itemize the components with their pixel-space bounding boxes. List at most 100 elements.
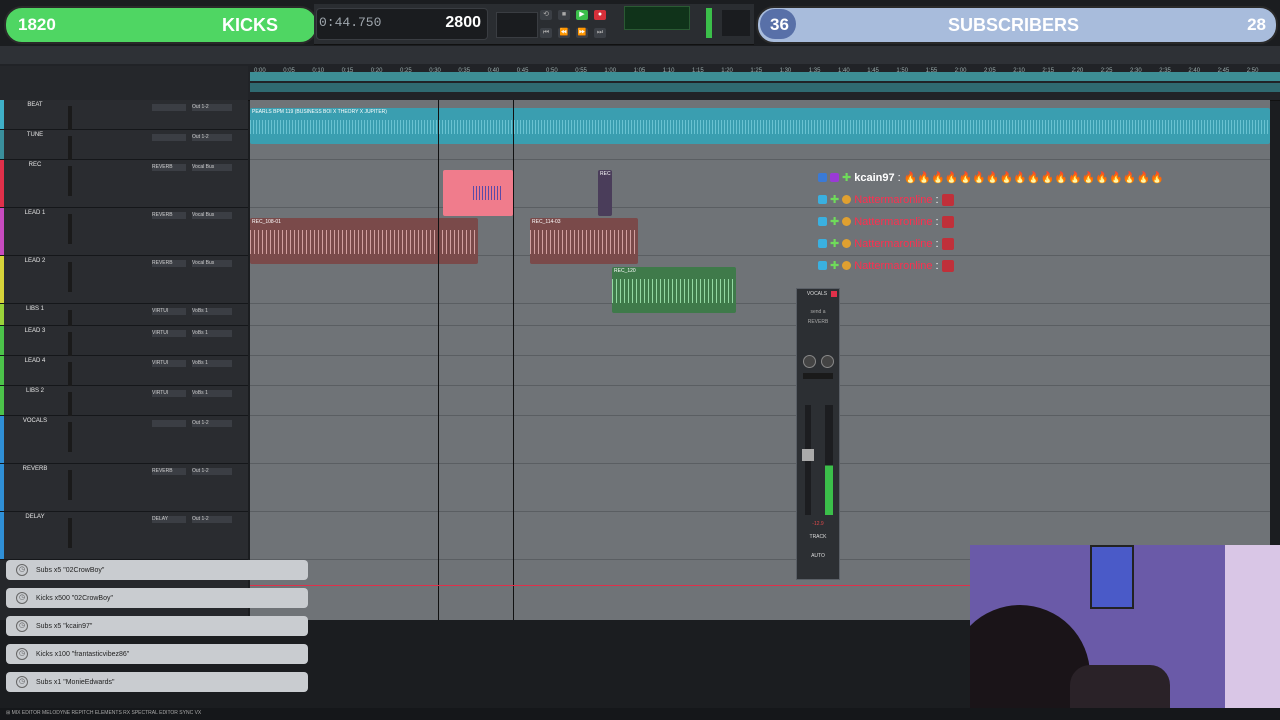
alert-text: Subs x5 "02CrowBoy": [36, 566, 105, 574]
end-button[interactable]: ⏭: [594, 28, 606, 38]
insertion-cursor[interactable]: [513, 100, 514, 620]
grid-settings[interactable]: [722, 10, 750, 36]
pan-knob[interactable]: [821, 355, 834, 368]
back-button[interactable]: ⏪: [558, 28, 570, 38]
chat-badge-icon: [842, 239, 852, 248]
stop-button[interactable]: ■: [558, 10, 570, 20]
chat-badge-icon: [842, 217, 852, 226]
lead1-clip-a[interactable]: REC_108-01: [250, 218, 478, 264]
insert-slot[interactable]: [152, 134, 186, 141]
track-label: TRACK: [809, 534, 827, 540]
chat-badge-icon: [818, 173, 827, 182]
record-button[interactable]: ●: [594, 10, 606, 20]
mixer-track-rec[interactable]: REC REVERB Vocal Bus: [0, 160, 248, 208]
insert-slot[interactable]: [152, 420, 186, 427]
track-name[interactable]: LIBS 1: [10, 306, 60, 312]
chat-badge-icon: [818, 195, 827, 204]
close-icon[interactable]: [831, 291, 837, 297]
chat-username: Nattermaronline: [854, 193, 933, 206]
edit-lane[interactable]: [250, 326, 1270, 356]
output-selector[interactable]: Out 1-2: [192, 104, 232, 111]
track-meter: [68, 262, 72, 292]
mixer-track-lead-4[interactable]: LEAD 4 VIRTUI VoBs 1: [0, 356, 248, 392]
beat-clip[interactable]: PEARLS BPM 119 (BUSINESS BOI X THEORY X …: [250, 108, 1270, 144]
plus-icon: ✚: [830, 260, 840, 272]
mixer-track-tune[interactable]: TUNE Out 1-2: [0, 130, 248, 166]
track-name[interactable]: LEAD 2: [10, 258, 60, 264]
track-name[interactable]: BEAT: [10, 102, 60, 108]
track-name[interactable]: DELAY: [10, 514, 60, 520]
forward-button[interactable]: ⏩: [576, 28, 588, 38]
output-selector[interactable]: Out 1-2: [192, 516, 232, 523]
mixer-track-lead-2[interactable]: LEAD 2 REVERB Vocal Bus: [0, 256, 248, 304]
output-selector[interactable]: Out 1-2: [192, 468, 232, 475]
insert-slot[interactable]: [152, 104, 186, 111]
output-selector[interactable]: Out 1-2: [192, 134, 232, 141]
edit-lane[interactable]: [250, 386, 1270, 416]
send-window[interactable]: VOCALS send a REVERB -12.9 TRACK AUTO: [796, 288, 840, 580]
mixer-track-libs-1[interactable]: LIBS 1 VIRTUI VoBs 1: [0, 304, 248, 340]
subscribers-goal-bar: 36 SUBSCRIBERS 28: [756, 6, 1278, 44]
rec-clip-pink[interactable]: [443, 170, 513, 216]
rec-clip-small[interactable]: REC: [598, 170, 612, 216]
track-name[interactable]: LIBS 2: [10, 388, 60, 394]
play-button[interactable]: ▶: [576, 10, 588, 20]
insert-slot[interactable]: VIRTUI: [152, 390, 186, 397]
alert-item: ◷ Kicks x500 "02CrowBoy": [6, 588, 308, 608]
insert-slot[interactable]: REVERB: [152, 164, 186, 171]
playhead-cursor[interactable]: [438, 100, 439, 620]
lead2-clip[interactable]: REC_120: [612, 267, 736, 313]
marker-row[interactable]: [250, 83, 1280, 92]
pan-knob[interactable]: [803, 355, 816, 368]
mixer-track-lead-1[interactable]: LEAD 1 REVERB Vocal Bus: [0, 208, 248, 256]
edit-lane[interactable]: [250, 416, 1270, 464]
track-name[interactable]: REC: [10, 162, 60, 168]
track-color: [0, 356, 4, 385]
mix-window: BEAT Out 1-2 TUNE Out 1-2 REC REVERB Vocal Bus…: [0, 100, 248, 620]
tempo-row[interactable]: [250, 72, 1280, 81]
insert-slot[interactable]: VIRTUI: [152, 308, 186, 315]
edit-lane[interactable]: [250, 464, 1270, 512]
mixer-track-reverb[interactable]: REVERB REVERB Out 1-2: [0, 464, 248, 512]
mixer-track-libs-2[interactable]: LIBS 2 VIRTUI VoBs 1: [0, 386, 248, 422]
chat-message: ✚ kcain97 : 🔥🔥🔥🔥🔥🔥🔥🔥🔥🔥🔥🔥🔥🔥🔥🔥🔥🔥🔥: [818, 171, 1164, 184]
track-name[interactable]: REVERB: [10, 466, 60, 472]
output-selector[interactable]: Out 1-2: [192, 420, 232, 427]
insert-slot[interactable]: DELAY: [152, 516, 186, 523]
insert-slot[interactable]: REVERB: [152, 468, 186, 475]
automation-mode[interactable]: AUTO: [801, 553, 835, 559]
kicks-target: 2800: [445, 14, 481, 31]
output-selector[interactable]: Vocal Bus: [192, 260, 232, 267]
output-selector[interactable]: VoBs 1: [192, 390, 232, 397]
insert-slot[interactable]: REVERB: [152, 260, 186, 267]
insert-slot[interactable]: VIRTUI: [152, 330, 186, 337]
output-selector[interactable]: VoBs 1: [192, 360, 232, 367]
mixer-track-lead-3[interactable]: LEAD 3 VIRTUI VoBs 1: [0, 326, 248, 362]
track-name[interactable]: LEAD 3: [10, 328, 60, 334]
track-name[interactable]: TUNE: [10, 132, 60, 138]
output-selector[interactable]: VoBs 1: [192, 308, 232, 315]
loop-icon[interactable]: ⟲: [540, 10, 552, 20]
mixer-track-vocals[interactable]: VOCALS Out 1-2: [0, 416, 248, 464]
mixer-track-beat[interactable]: BEAT Out 1-2: [0, 100, 248, 136]
rewind-button[interactable]: ⏮: [540, 28, 552, 38]
chat-message: ✚ Nattermaronline:: [818, 259, 954, 272]
output-selector[interactable]: VoBs 1: [192, 330, 232, 337]
toolbar-strip: [0, 46, 1280, 65]
edit-lane[interactable]: [250, 356, 1270, 386]
output-selector[interactable]: Vocal Bus: [192, 212, 232, 219]
insert-slot[interactable]: REVERB: [152, 212, 186, 219]
plus-icon: ✚: [830, 216, 840, 228]
track-name[interactable]: VOCALS: [10, 418, 60, 424]
edit-lane[interactable]: [250, 304, 1270, 326]
track-name[interactable]: LEAD 4: [10, 358, 60, 364]
lead1-clip-b[interactable]: REC_114-03: [530, 218, 638, 264]
output-selector[interactable]: Vocal Bus: [192, 164, 232, 171]
track-name[interactable]: LEAD 1: [10, 210, 60, 216]
mixer-track-delay[interactable]: DELAY DELAY Out 1-2: [0, 512, 248, 560]
volume-fader[interactable]: [802, 449, 814, 461]
edit-lane[interactable]: [250, 160, 1270, 208]
insert-slot[interactable]: VIRTUI: [152, 360, 186, 367]
kicks-label: KICKS: [222, 14, 279, 35]
send-dest: REVERB: [807, 319, 829, 325]
